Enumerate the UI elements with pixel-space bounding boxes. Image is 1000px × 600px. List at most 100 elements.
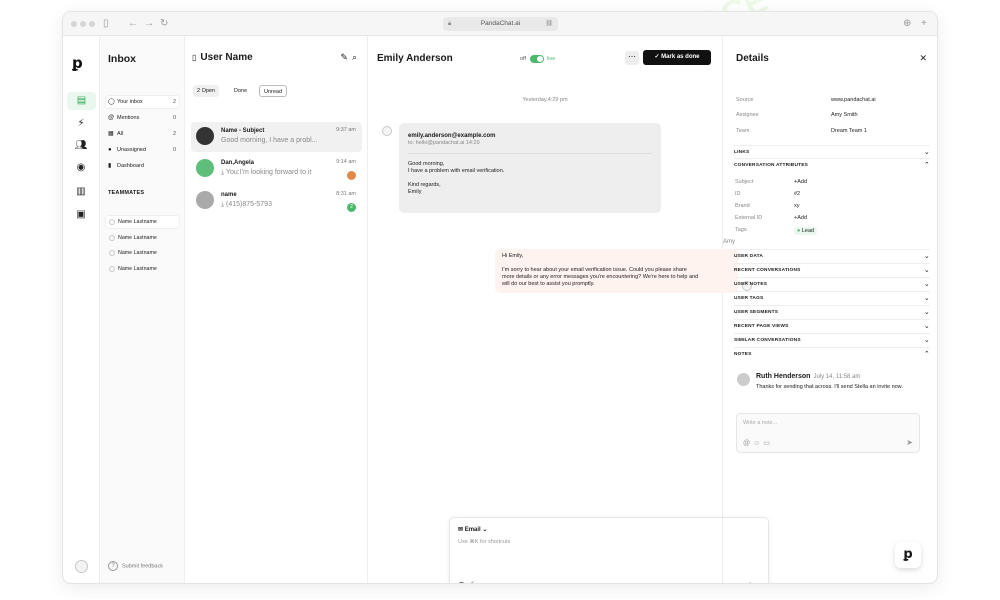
user-data-section[interactable]: USER DATA ⌄ — [734, 249, 930, 263]
nav-dashboard[interactable]: ▮ Dashboard — [106, 160, 179, 172]
mark-as-done-button[interactable]: ✓ Mark as done — [643, 50, 711, 65]
tag-dot-icon: ● — [797, 228, 801, 234]
notes-section[interactable]: NOTES ⌃ — [734, 347, 930, 361]
pandachat-launcher[interactable]: ꝑ — [895, 542, 921, 568]
submit-feedback-link[interactable]: ? Submit feedback — [108, 560, 163, 571]
links-section[interactable]: LINKS ⌄ — [734, 145, 930, 159]
message-line: I'm sorry to hear about your email verif… — [502, 267, 687, 273]
toggle-switch[interactable] — [529, 54, 544, 63]
panel-icon[interactable]: ▯ — [192, 53, 196, 62]
conversation-row[interactable]: name ⤓ (415)875-5793 8:31 am 2 — [191, 186, 362, 216]
inbox-icon[interactable]: ▤ — [67, 92, 96, 110]
more-options-button[interactable]: ⋯ — [625, 51, 639, 65]
compose-icon[interactable]: ✎ — [340, 52, 352, 62]
teammate-label: Name Lastname — [118, 235, 157, 241]
search-icon[interactable]: ⌕ — [352, 52, 361, 62]
attr-value[interactable]: xy — [794, 203, 800, 209]
details-panel: Details ✕ Source www.pandachat.ai Assign… — [723, 36, 937, 583]
outgoing-message: Hi Emily, I'm sorry to hear about your e… — [495, 249, 738, 293]
info-value[interactable]: Dream Team 1 — [831, 128, 867, 134]
user-notes-section[interactable]: USER NOTES ⌄ — [734, 277, 930, 291]
window-minimize-dot[interactable] — [80, 21, 86, 27]
lead-tag[interactable]: ● Lead — [794, 227, 818, 235]
chevron-down-icon: ⌄ — [923, 309, 930, 316]
message-composer[interactable]: ✉ Email ⌄ Use ⌘K for shortcuts ◷⚡︎ ▭➤ — [449, 517, 769, 583]
window-close-dot[interactable] — [71, 21, 77, 27]
contact-avatar — [196, 191, 214, 209]
attr-value[interactable]: +Add — [794, 179, 807, 185]
live-toggle[interactable]: off live — [520, 54, 555, 64]
nav-label: All — [117, 131, 124, 137]
nav-label: Unassigned — [117, 147, 147, 153]
chart-icon: ▮ — [108, 163, 112, 169]
send-note-icon[interactable]: ➤ — [906, 438, 913, 447]
reload-icon[interactable]: ↻ — [160, 17, 168, 31]
info-value[interactable]: Amy Smith — [831, 112, 858, 118]
database-icon[interactable]: ◉ — [73, 161, 89, 175]
sender-email: emily.anderson@example.com — [408, 133, 496, 139]
teammate-item[interactable]: Name Lastname — [106, 216, 179, 228]
recent-conversations-section[interactable]: RECENT CONVERSATIONS ⌄ — [734, 263, 930, 277]
section-label: SIMILAR CONVERSATIONS — [734, 338, 801, 343]
composer-input[interactable]: Use ⌘K for shortcuts — [458, 539, 510, 545]
image-icon[interactable]: ▭ — [763, 440, 773, 447]
conversation-time: 8:31 am — [336, 191, 356, 197]
recipient-line: to: hello@pandachat.ai 14:29 — [408, 140, 480, 146]
filter-done[interactable]: Done — [230, 85, 251, 97]
user-segments-section[interactable]: USER SEGMENTS ⌄ — [734, 305, 930, 319]
similar-conversations-section[interactable]: SIMILAR CONVERSATIONS ⌄ — [734, 333, 930, 347]
section-label: NOTES — [734, 352, 752, 357]
nav-unassigned[interactable]: ● Unassigned 0 — [106, 144, 179, 156]
sidebar-toggle-icon[interactable]: ▯ — [103, 17, 109, 31]
window-maximize-dot[interactable] — [89, 21, 95, 27]
nav-all[interactable]: ▦ All 2 — [106, 128, 179, 140]
conversation-row[interactable]: Dan,Angela ⤓ You:I'm looking forward to … — [191, 154, 362, 184]
conversation-row[interactable]: Name - Subject Good morning, I have a pr… — [191, 122, 362, 152]
attr-value[interactable]: +Add — [794, 215, 807, 221]
recent-page-views-section[interactable]: RECENT PAGE VIEWS ⌄ — [734, 319, 930, 333]
chevron-up-icon: ⌃ — [923, 162, 930, 169]
download-icon[interactable]: ⊕ — [903, 17, 911, 31]
lightning-icon[interactable]: ⚡︎ — [469, 580, 479, 583]
contacts-icon[interactable]: 👥︎ — [73, 139, 89, 153]
conversation-time: 9:14 am — [336, 159, 356, 165]
reports-icon[interactable]: ▥ — [73, 185, 89, 199]
conversation-preview: Good morning, I have a probl... — [221, 137, 318, 144]
at-icon[interactable]: @ — [743, 440, 753, 447]
filter-unread[interactable]: Unread — [259, 85, 288, 97]
nav-count: 2 — [172, 131, 176, 137]
note-input[interactable]: Write a note... @☺▭ ➤ — [736, 413, 920, 453]
chevron-down-icon: ⌄ — [923, 267, 930, 274]
messages-icon[interactable]: ▣ — [73, 208, 89, 222]
icon-rail: ꝑ ▤ ⚡︎ 👥︎ ◉ ▥ ▣ — [63, 36, 100, 583]
user-tags-section[interactable]: USER TAGS ⌄ — [734, 291, 930, 305]
back-icon[interactable]: ← — [128, 17, 138, 31]
nav-mentions[interactable]: @ Mentions 0 — [106, 112, 179, 124]
url-bar[interactable]: 🔒︎ PandaChat.ai ⛓︎ — [443, 17, 558, 31]
composer-tools: ◷⚡︎ — [458, 580, 479, 583]
tag-label: Lead — [801, 228, 815, 234]
day-separator: Yesterday,4:29 pm — [522, 97, 568, 103]
clock-icon[interactable]: ◷ — [458, 580, 469, 583]
message-line: more details or any error messages you'r… — [502, 274, 699, 280]
forward-icon[interactable]: → — [144, 17, 154, 31]
check-icon: ✓ — [654, 54, 660, 60]
user-avatar[interactable] — [75, 560, 88, 573]
teammate-item[interactable]: Name Lastname — [106, 263, 179, 275]
nav-your-inbox[interactable]: ◯ Your inbox 2 — [106, 96, 179, 108]
feedback-label: Submit feedback — [122, 563, 163, 569]
channel-selector[interactable]: ✉ Email ⌄ — [458, 526, 487, 533]
note-placeholder: Write a note... — [743, 420, 778, 426]
conversation-attributes-section[interactable]: CONVERSATION ATTRIBUTES ⌃ — [734, 158, 930, 172]
emoji-icon[interactable]: ☺ — [753, 440, 763, 447]
lightning-icon[interactable]: ⚡︎ — [73, 117, 89, 131]
teammate-item[interactable]: Name Lastname — [106, 247, 179, 259]
close-icon[interactable]: ✕ — [919, 53, 927, 64]
pandachat-logo: ꝑ — [72, 54, 83, 72]
link-icon[interactable]: ⛓︎ — [545, 17, 553, 31]
chevron-down-icon: ⌄ — [923, 295, 930, 302]
filter-open[interactable]: 2 Open — [193, 85, 220, 97]
new-tab-icon[interactable]: + — [921, 17, 927, 31]
message-line: Emily — [408, 189, 422, 195]
teammate-item[interactable]: Name Lastname — [106, 232, 179, 244]
